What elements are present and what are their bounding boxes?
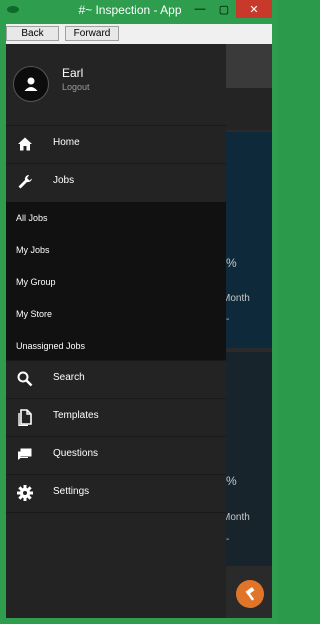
bg-dash-2: - xyxy=(226,534,230,545)
maximize-button[interactable]: ▢ xyxy=(212,0,236,18)
logout-link[interactable]: Logout xyxy=(62,82,90,92)
bg-dash-1: - xyxy=(226,314,230,325)
title-bar[interactable]: #~ Inspection - App — ▢ ✕ xyxy=(0,0,278,22)
menu-item-jobs[interactable]: Jobs xyxy=(6,163,226,200)
jobs-submenu: All Jobs My Jobs My Group My Store Unass… xyxy=(6,202,226,360)
gear-icon xyxy=(17,485,33,501)
app-leaf-icon xyxy=(7,6,19,13)
close-button[interactable]: ✕ xyxy=(236,0,272,18)
submenu-item-my-store[interactable]: My Store xyxy=(16,309,52,319)
hammer-fab-button[interactable] xyxy=(236,580,264,608)
minimize-icon: — xyxy=(194,3,206,15)
submenu-item-my-jobs[interactable]: My Jobs xyxy=(16,245,50,255)
questions-chat-icon xyxy=(18,448,32,460)
menu-item-search[interactable]: Search xyxy=(6,360,226,397)
navigation-drawer: Earl Logout Home Jobs All Jobs My Jobs M… xyxy=(6,44,226,618)
menu-item-questions[interactable]: Questions xyxy=(6,436,226,473)
close-icon: ✕ xyxy=(249,3,259,16)
templates-icon xyxy=(18,409,32,426)
menu-label-jobs: Jobs xyxy=(53,175,75,186)
menu-item-home[interactable]: Home xyxy=(6,125,226,162)
bg-month-1: Month xyxy=(222,293,250,304)
menu-label-questions: Questions xyxy=(53,448,99,459)
forward-button[interactable]: Forward xyxy=(65,26,119,41)
search-icon xyxy=(17,371,33,387)
wrench-icon xyxy=(18,175,32,189)
submenu-item-my-group[interactable]: My Group xyxy=(16,277,56,287)
bg-month-2: Month xyxy=(222,512,250,523)
profile-header: Earl Logout xyxy=(6,44,226,124)
hammer-icon xyxy=(245,587,255,601)
bg-percent-1: % xyxy=(226,256,237,270)
home-icon xyxy=(18,137,32,151)
minimize-button[interactable]: — xyxy=(188,0,212,18)
person-icon xyxy=(24,77,38,91)
avatar[interactable] xyxy=(13,66,49,102)
app-content: % Month - % Month - Earl Logout Home Job… xyxy=(6,44,272,618)
menu-label-search: Search xyxy=(53,372,85,383)
menu-label-home: Home xyxy=(53,137,80,148)
maximize-icon: ▢ xyxy=(218,3,230,16)
user-name: Earl xyxy=(62,66,84,80)
menu-item-settings[interactable]: Settings xyxy=(6,474,226,511)
menu-item-templates[interactable]: Templates xyxy=(6,398,226,435)
menu-divider xyxy=(6,512,226,514)
browser-nav-bar: Back Forward xyxy=(6,24,272,44)
back-button[interactable]: Back xyxy=(6,26,59,41)
window-controls: — ▢ ✕ xyxy=(188,0,272,20)
menu-label-templates: Templates xyxy=(53,410,99,421)
submenu-item-all-jobs[interactable]: All Jobs xyxy=(16,213,48,223)
app-window: #~ Inspection - App — ▢ ✕ Back Forward %… xyxy=(0,0,278,624)
menu-label-settings: Settings xyxy=(53,486,90,497)
submenu-item-unassigned-jobs[interactable]: Unassigned Jobs xyxy=(16,341,85,351)
bg-percent-2: % xyxy=(226,474,237,488)
